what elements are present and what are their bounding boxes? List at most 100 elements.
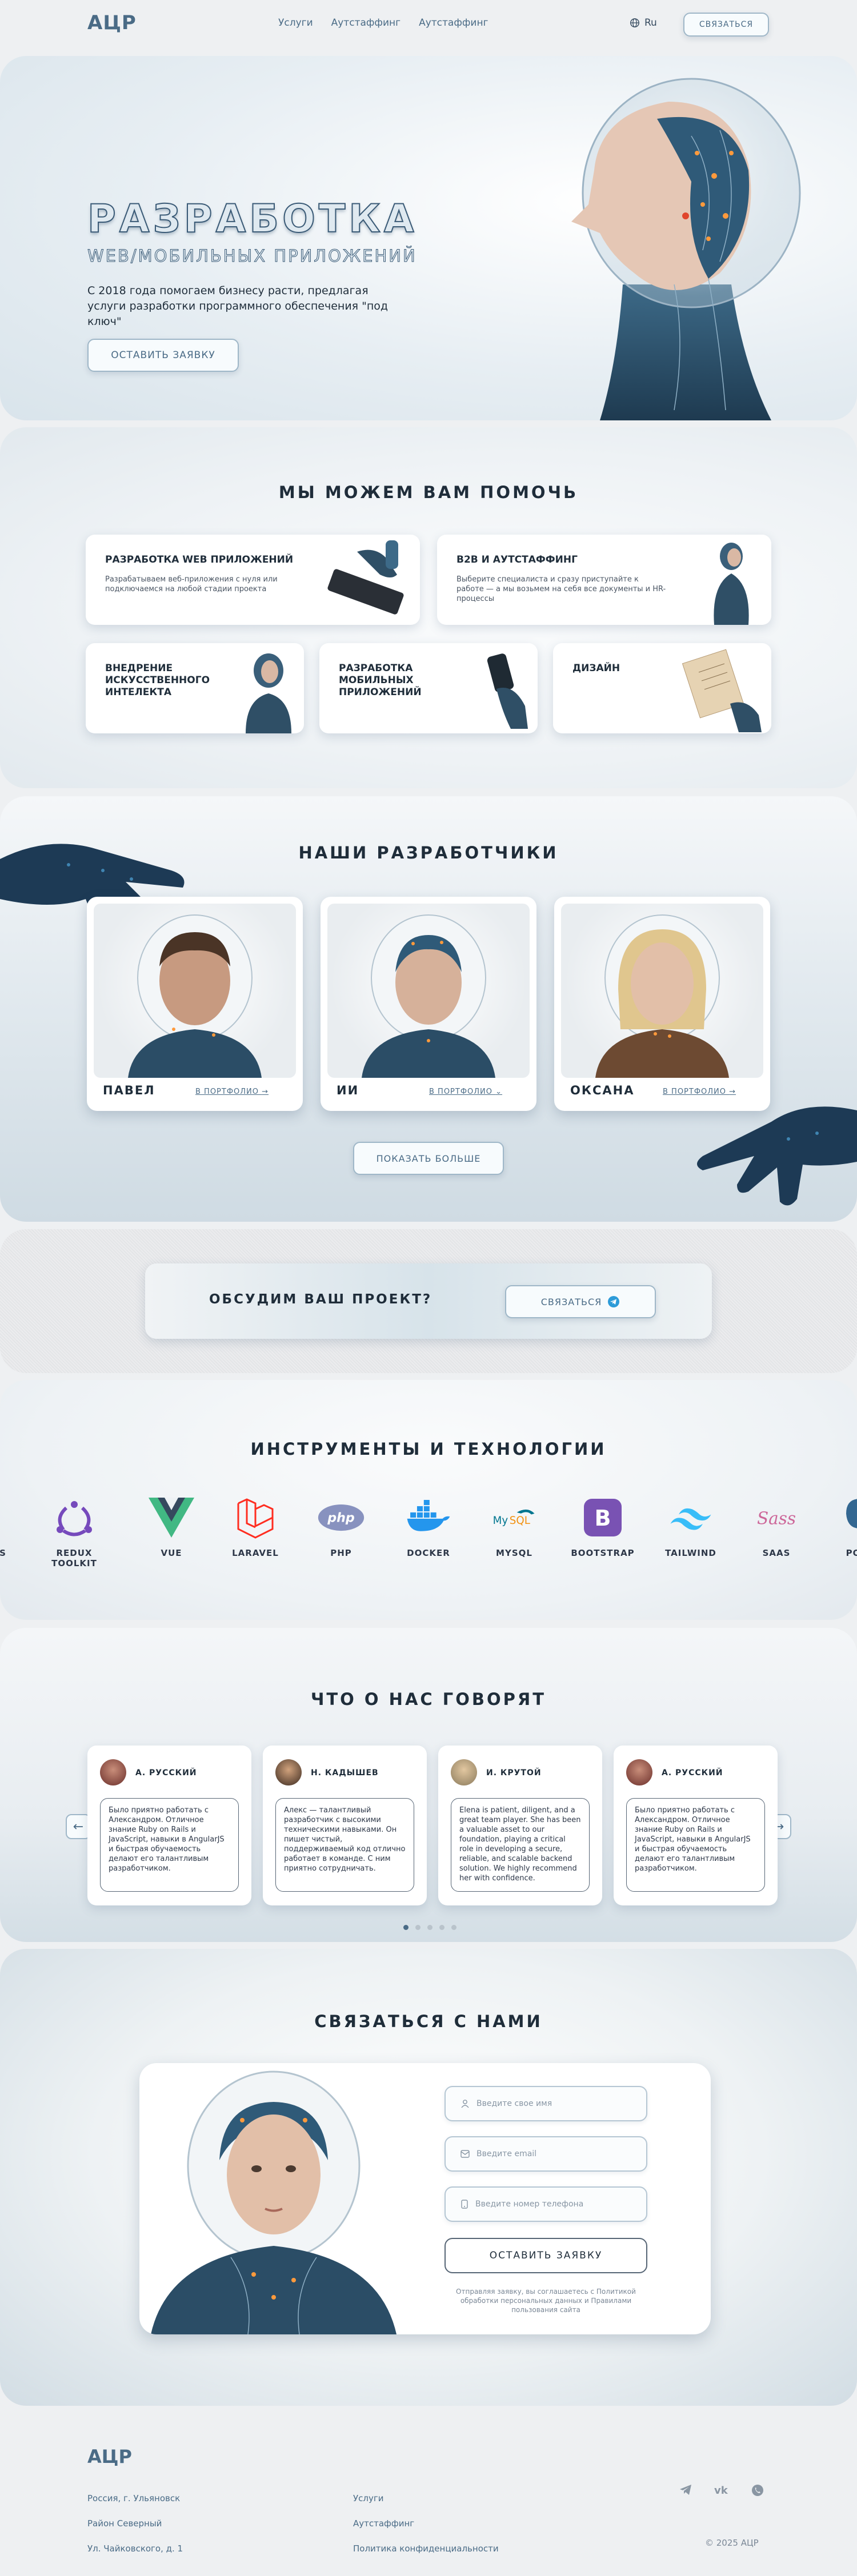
pagination-dot[interactable]	[427, 1925, 432, 1930]
language-switcher[interactable]: Ru	[630, 17, 657, 29]
service-card-mobile[interactable]: РАЗРАБОТКА МОБИЛЬНЫХ ПРИЛОЖЕНИЙ	[319, 643, 538, 733]
carousel-pagination	[403, 1925, 456, 1930]
footer-link-services[interactable]: Услуги	[353, 2486, 499, 2511]
vue-icon	[149, 1498, 194, 1538]
cta-contact-button[interactable]: СВЯЗАТЬСЯ	[505, 1285, 656, 1318]
pagination-dot[interactable]	[439, 1925, 444, 1930]
tool-item: B BOOTSTRAP	[566, 1494, 640, 1558]
hero-request-button[interactable]: ОСТАВИТЬ ЗАЯВКУ	[87, 339, 239, 372]
top-navigation: АЦР Услуги Аутстаффинг Аутстаффинг Ru СВ…	[0, 0, 857, 50]
email-field-placeholder: Введите email	[476, 2149, 537, 2158]
reviewer-name: Н. КАДЫШЕВ	[311, 1768, 379, 1777]
tool-label: MYSQL	[496, 1548, 532, 1558]
footer-link-privacy[interactable]: Политика конфиденциальности	[353, 2536, 499, 2561]
pagination-dot[interactable]	[415, 1925, 421, 1930]
service-card-ai[interactable]: ВНЕДРЕНИЕ ИСКУССТВЕННОГО ИНТЕЛЕКТА	[86, 643, 304, 733]
tool-item: POST	[823, 1494, 857, 1558]
services-title: МЫ МОЖЕМ ВАМ ПОМОЧЬ	[278, 483, 579, 502]
arrow-right-icon: →	[729, 1088, 736, 1096]
avatar	[626, 1759, 652, 1785]
portfolio-link-label: В ПОРТФОЛИО	[429, 1088, 492, 1096]
android-woman-illustration	[151, 2071, 397, 2334]
developer-card-oksana[interactable]: ОКСАНА В ПОРТФОЛИО →	[554, 897, 770, 1111]
portfolio-link-label: В ПОРТФОЛИО	[195, 1088, 259, 1096]
developer-card-pavel[interactable]: ПАВЕЛ В ПОРТФОЛИО →	[87, 897, 303, 1111]
sass-icon: Sass	[757, 1508, 796, 1528]
language-label: Ru	[644, 17, 657, 29]
footer-links: Услуги Аутстаффинг Политика конфиденциал…	[353, 2486, 499, 2561]
footer-logo[interactable]: АЦР	[87, 2446, 132, 2467]
android-bust-illustration	[246, 653, 291, 733]
hero-section: РАЗРАБОТКА WEB/МОБИЛЬНЫХ ПРИЛОЖЕНИЙ С 20…	[0, 56, 857, 420]
tool-label: TAILWIND	[665, 1548, 716, 1558]
show-more-button[interactable]: ПОКАЗАТЬ БОЛЬШЕ	[353, 1142, 504, 1175]
svg-text:Sass: Sass	[757, 1508, 796, 1528]
review-card: Н. КАДЫШЕВ Алекс — талантливый разработч…	[263, 1746, 427, 1905]
email-field[interactable]: Введите email	[444, 2136, 647, 2172]
paper-hand-illustration	[682, 649, 762, 732]
tools-title: ИНСТРУМЕНТЫ И ТЕХНОЛОГИИ	[250, 1439, 607, 1459]
arrow-right-icon: →	[262, 1088, 269, 1096]
reviewer-name: И. КРУТОЙ	[486, 1768, 542, 1777]
laravel-icon	[237, 1498, 274, 1539]
tool-item: My SQL MYSQL	[477, 1494, 551, 1558]
contact-button-header[interactable]: СВЯЗАТЬСЯ	[683, 13, 769, 37]
tailwind-icon	[670, 1508, 711, 1530]
review-card: А. РУССКИЙ Было приятно работать с Алекс…	[614, 1746, 778, 1905]
service-card-b2b[interactable]: B2B И АУТСТАФФИНГ Выберите специалиста и…	[437, 535, 771, 625]
portfolio-link[interactable]: В ПОРТФОЛИО →	[195, 1088, 269, 1096]
developer-name: ИИ	[337, 1084, 359, 1097]
user-icon	[461, 2100, 469, 2108]
service-card-web[interactable]: РАЗРАБОТКА WEB ПРИЛОЖЕНИЙ Разрабатываем …	[86, 535, 420, 625]
developer-card-ai[interactable]: ИИ В ПОРТФОЛИО ⌄	[321, 897, 536, 1111]
cta-banner: ОБСУДИМ ВАШ ПРОЕКТ? СВЯЗАТЬСЯ	[145, 1263, 712, 1339]
portfolio-link[interactable]: В ПОРТФОЛИО →	[663, 1088, 736, 1096]
keyboard-hand-illustration	[327, 540, 404, 615]
portfolio-link[interactable]: В ПОРТФОЛИО ⌄	[429, 1088, 502, 1096]
submit-request-button[interactable]: ОСТАВИТЬ ЗАЯВКУ	[444, 2238, 647, 2273]
pagination-dot[interactable]	[403, 1925, 409, 1930]
menu-item-services[interactable]: Услуги	[278, 17, 313, 29]
phone-icon	[461, 2200, 468, 2209]
phone-field[interactable]: Введите номер телефона	[444, 2186, 647, 2222]
hero-title: РАЗРАБОТКА	[87, 196, 418, 242]
service-card-title: РАЗРАБОТКА МОБИЛЬНЫХ ПРИЛОЖЕНИЙ	[339, 663, 422, 698]
logo[interactable]: АЦР	[87, 11, 137, 34]
name-field[interactable]: Введите свое имя	[444, 2086, 647, 2121]
menu-item-outstaffing-2[interactable]: Аутстаффинг	[419, 17, 488, 29]
main-menu: Услуги Аутстаффинг Аутстаффинг	[278, 17, 488, 29]
developers-section: НАШИ РАЗРАБОТЧИКИ ПАВЕЛ В ПОРТФОЛИО → ИИ…	[0, 796, 857, 1222]
name-field-placeholder: Введите свое имя	[476, 2099, 552, 2108]
vk-icon[interactable]: vk	[714, 2483, 731, 2496]
tool-label: S	[0, 1548, 6, 1558]
contact-title: СВЯЗАТЬСЯ С НАМИ	[314, 2012, 543, 2031]
footer-address: Россия, г. Ульяновск Район Северный Ул. …	[87, 2486, 183, 2561]
phone-hand-illustration	[487, 653, 528, 729]
review-text: Было приятно работать с Александром. Отл…	[626, 1798, 765, 1892]
bootstrap-icon: B	[584, 1499, 622, 1536]
svg-text:SQL: SQL	[510, 1515, 531, 1527]
telegram-icon[interactable]	[679, 2483, 692, 2496]
address-line: Ул. Чайковского, д. 1	[87, 2543, 183, 2554]
reviewer-name: А. РУССКИЙ	[662, 1768, 723, 1777]
tool-label: POST	[846, 1548, 857, 1558]
avatar	[275, 1759, 302, 1785]
arrow-left-icon: ←	[73, 1819, 84, 1834]
address-line: Россия, г. Ульяновск	[87, 2493, 181, 2503]
avatar	[100, 1759, 126, 1785]
review-card: А. РУССКИЙ Было приятно работать с Алекс…	[87, 1746, 251, 1905]
footer-link-outstaffing[interactable]: Аутстаффинг	[353, 2511, 499, 2536]
cta-button-label: СВЯЗАТЬСЯ	[540, 1296, 602, 1307]
whatsapp-icon[interactable]	[751, 2483, 764, 2497]
tool-item: DOCKER	[391, 1494, 466, 1558]
cta-text: ОБСУДИМ ВАШ ПРОЕКТ?	[209, 1292, 432, 1307]
chevron-down-icon: ⌄	[495, 1088, 503, 1096]
pagination-dot[interactable]	[451, 1925, 456, 1930]
tool-item: LARAVEL	[218, 1494, 293, 1558]
service-card-design[interactable]: ДИЗАЙН	[553, 643, 771, 733]
menu-item-outstaffing[interactable]: Аутстаффинг	[331, 17, 401, 29]
tools-section: ИНСТРУМЕНТЫ И ТЕХНОЛОГИИ S REDUX TOOLKIT…	[0, 1380, 857, 1620]
hero-subtitle: WEB/МОБИЛЬНЫХ ПРИЛОЖЕНИЙ	[87, 246, 417, 266]
svg-text:My: My	[493, 1515, 508, 1527]
review-text: Было приятно работать с Александром. Отл…	[100, 1798, 239, 1892]
